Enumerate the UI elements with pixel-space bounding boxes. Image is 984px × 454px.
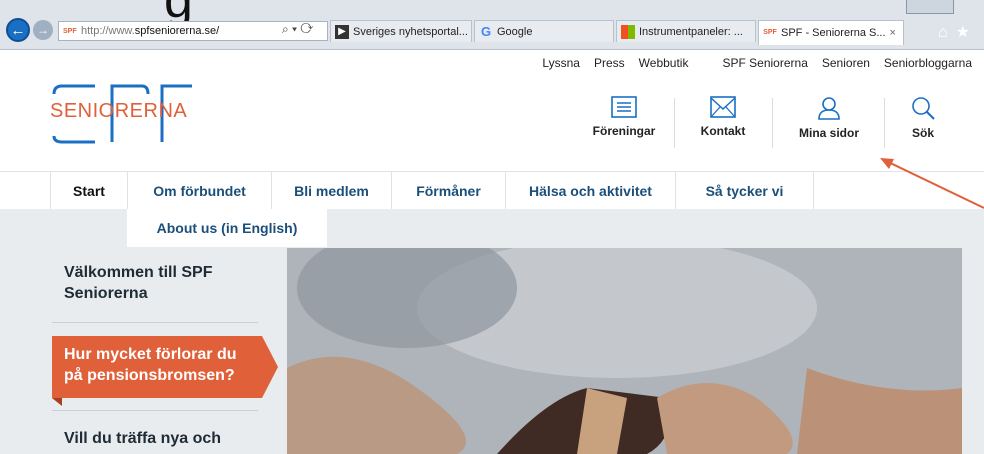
sok-link[interactable]: Sök	[898, 96, 948, 140]
google-icon: G	[480, 23, 492, 39]
welcome-link[interactable]: Välkommen till SPF Seniorerna	[64, 262, 264, 304]
nav-about-us[interactable]: About us (in English)	[127, 209, 327, 247]
windows-icon	[621, 24, 635, 39]
sidebar-divider	[52, 410, 258, 411]
address-tools[interactable]: ⌕ ▾ ⟳	[282, 22, 313, 37]
foreningar-link[interactable]: Föreningar	[586, 96, 662, 138]
mina-sidor-link[interactable]: Mina sidor	[786, 96, 872, 140]
sok-label: Sök	[911, 126, 934, 140]
promo-arrow	[262, 336, 278, 398]
site-favicon: SPF	[63, 27, 77, 35]
tab-google[interactable]: G Google	[474, 20, 614, 42]
kontakt-label: Kontakt	[700, 124, 746, 138]
star-icon[interactable]: ★	[956, 24, 978, 41]
nav-sa-tycker-vi[interactable]: Så tycker vi	[676, 172, 814, 210]
forward-button[interactable]: →	[33, 20, 53, 40]
spf-icon: SPF	[763, 29, 777, 36]
news-icon: ▶	[335, 24, 349, 39]
sidebar-divider	[52, 322, 258, 323]
utility-link-spf-seniorerna[interactable]: SPF Seniorerna	[722, 56, 807, 70]
header-divider	[884, 98, 885, 148]
close-icon[interactable]: ×	[890, 27, 896, 39]
nav-bli-medlem[interactable]: Bli medlem	[272, 172, 392, 210]
tab-label: Sveriges nyhetsportal...	[353, 25, 468, 38]
utility-link-press[interactable]: Press	[594, 56, 625, 70]
mail-icon	[710, 96, 736, 118]
header-divider	[772, 98, 773, 148]
header-divider	[674, 98, 675, 148]
home-favorites[interactable]: ⌂★	[938, 22, 978, 42]
url-prefix: http://www.	[81, 25, 135, 37]
utility-link-seniorbloggarna[interactable]: Seniorbloggarna	[884, 56, 972, 70]
tab-label: SPF - Seniorerna S...	[781, 27, 886, 39]
search-icon	[912, 97, 935, 120]
tab-spf[interactable]: SPF SPF - Seniorerna S... ×	[758, 20, 904, 45]
url-domain: spfseniorerna.se/	[134, 25, 220, 37]
promo-pensionsbromsen[interactable]: Hur mycket förlorar du på pensionsbromse…	[52, 336, 262, 398]
arrow-left-icon: ←	[10, 21, 26, 39]
tab-nyhetsportal[interactable]: ▶ Sveriges nyhetsportal...	[330, 20, 472, 42]
promo-fold	[52, 398, 62, 406]
main-nav: Start Om förbundet Bli medlem Förmåner H…	[0, 171, 984, 210]
utility-nav: Lyssna Press Webbutik SPF Seniorerna Sen…	[542, 56, 972, 70]
user-icon	[818, 97, 840, 120]
foreningar-label: Föreningar	[592, 124, 656, 138]
home-icon[interactable]: ⌂	[938, 24, 956, 41]
utility-link-senioren[interactable]: Senioren	[822, 56, 870, 70]
window-controls[interactable]	[906, 0, 954, 14]
browser-chrome: g ← → SPF http://www. spfseniorerna.se/ ⌕…	[0, 0, 984, 50]
list-icon	[611, 96, 637, 118]
sidebar-item-traffa-nya[interactable]: Vill du träffa nya och	[64, 430, 221, 448]
utility-link-lyssna[interactable]: Lyssna	[542, 56, 580, 70]
tab-label: Instrumentpaneler: ...	[639, 25, 743, 38]
tab-label: Google	[497, 25, 533, 38]
wallet-photo	[287, 248, 962, 454]
nav-start[interactable]: Start	[50, 172, 128, 210]
tab-instrumentpaneler[interactable]: Instrumentpaneler: ...	[616, 20, 756, 42]
nav-halsa-och-aktivitet[interactable]: Hälsa och aktivitet	[506, 172, 676, 210]
nav-formaner[interactable]: Förmåner	[392, 172, 506, 210]
nav-om-forbundet[interactable]: Om förbundet	[128, 172, 272, 210]
hero-image	[287, 248, 962, 454]
arrow-right-icon: →	[37, 23, 49, 37]
kontakt-link[interactable]: Kontakt	[688, 96, 758, 138]
mina-sidor-label: Mina sidor	[798, 126, 859, 140]
utility-link-webbutik[interactable]: Webbutik	[639, 56, 689, 70]
logo-text: SENIORERNA	[50, 100, 188, 122]
back-button[interactable]: ←	[6, 18, 30, 42]
